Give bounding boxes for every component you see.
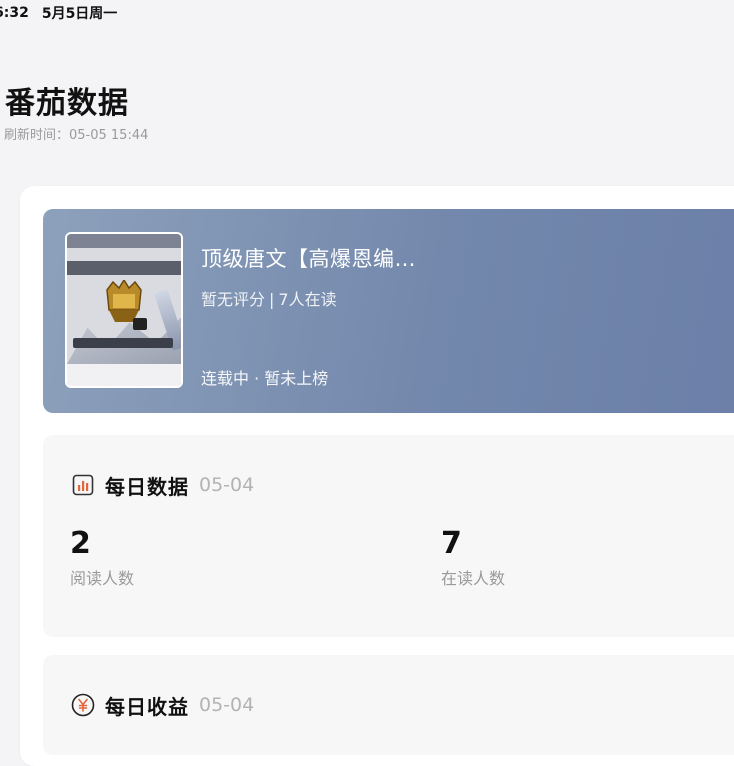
book-cover-image	[65, 232, 183, 388]
daily-income-header: 每日收益 05-04	[71, 691, 254, 719]
status-bar: 6:32 5月5日周一	[0, 3, 117, 23]
daily-data-heading: 每日数据	[105, 474, 189, 499]
book-rating: 暂无评分	[201, 290, 266, 309]
daily-data-header: 每日数据 05-04	[71, 471, 254, 499]
book-readers: 7人在读	[278, 290, 337, 309]
yen-coin-icon	[71, 693, 95, 717]
stat-value: 7	[441, 526, 462, 561]
daily-income-heading: 每日收益	[105, 694, 189, 719]
meta-separator: |	[269, 290, 275, 309]
daily-data-card: 每日数据 05-04 2 阅读人数 7 在读人数	[43, 435, 734, 637]
refresh-time: 刷新时间：05-05 15:44	[4, 128, 149, 143]
stat-reading-count: 7 在读人数	[441, 527, 505, 589]
bar-chart-icon	[71, 473, 95, 497]
stat-label: 在读人数	[441, 569, 506, 588]
stat-read-count: 2 阅读人数	[70, 527, 134, 589]
page-title: 番茄数据	[5, 86, 129, 121]
stat-label: 阅读人数	[70, 569, 135, 588]
status-date: 5月5日周一	[41, 6, 118, 22]
stat-value: 2	[70, 526, 91, 561]
book-card[interactable]: 顶级唐文【高爆恩编… 暂无评分 | 7人在读 连载中 · 暂未上榜	[43, 209, 734, 413]
book-meta: 暂无评分 | 7人在读	[201, 286, 337, 310]
daily-income-date: 05-04	[199, 694, 255, 716]
book-status: 连载中 · 暂未上榜	[201, 369, 329, 388]
daily-data-date: 05-04	[199, 474, 255, 496]
daily-income-card: 每日收益 05-04	[43, 655, 734, 755]
status-time: 6:32	[0, 5, 29, 21]
book-title: 顶级唐文【高爆恩编…	[201, 247, 416, 271]
